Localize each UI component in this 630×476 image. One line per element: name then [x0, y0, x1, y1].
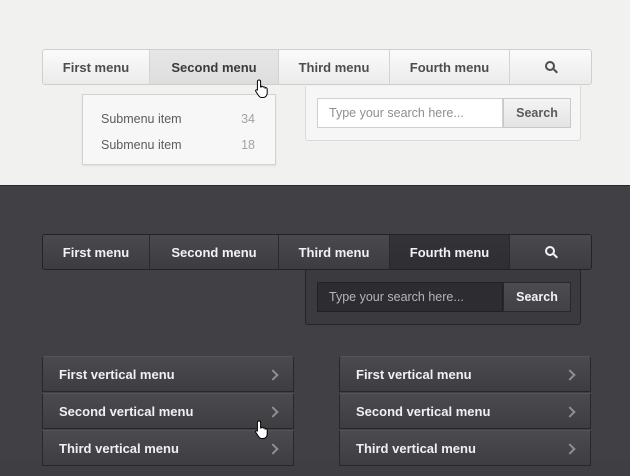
search-icon: [544, 61, 558, 74]
hand-cursor-icon: [255, 420, 268, 439]
dark-nav-third-menu[interactable]: Third menu: [279, 235, 390, 269]
dark-search-input[interactable]: Type your search here...: [317, 282, 503, 312]
chevron-right-icon: [564, 443, 576, 455]
submenu-item[interactable]: Submenu item 18: [101, 135, 255, 155]
light-nav-fourth-menu[interactable]: Fourth menu: [390, 50, 510, 84]
chevron-right-icon: [267, 406, 279, 418]
vertical-menu-item-label: Third vertical menu: [59, 440, 179, 456]
dark-nav-second-menu[interactable]: Second menu: [150, 235, 279, 269]
light-nav-third-menu[interactable]: Third menu: [279, 50, 390, 84]
vertical-menu-item-third[interactable]: Third vertical menu: [339, 430, 591, 466]
vertical-menu-item-first[interactable]: First vertical menu: [339, 356, 591, 392]
light-nav-first-menu[interactable]: First menu: [43, 50, 150, 84]
vertical-menu-item-second[interactable]: Second vertical menu: [339, 393, 591, 429]
submenu-item[interactable]: Submenu item 34: [101, 109, 255, 129]
chevron-right-icon: [267, 369, 279, 381]
light-search-input[interactable]: Type your search here...: [317, 98, 503, 128]
light-search-panel: Type your search here... Search: [305, 86, 581, 141]
vertical-menu-item-label: Second vertical menu: [356, 403, 491, 419]
hand-cursor-icon: [255, 79, 268, 98]
chevron-right-icon: [267, 443, 279, 455]
dark-nav-fourth-menu[interactable]: Fourth menu: [390, 235, 510, 269]
vertical-menu-left: First vertical menu Second vertical menu…: [42, 356, 294, 476]
vertical-menu-item-label: Third vertical menu: [356, 440, 476, 456]
chevron-right-icon: [564, 406, 576, 418]
vertical-menu-item-label: First vertical menu: [356, 366, 472, 382]
submenu-dropdown: Submenu item 34 Submenu item 18: [82, 94, 276, 165]
dark-nav-bar: First menu Second menu Third menu Fourth…: [42, 234, 592, 270]
light-search-button[interactable]: Search: [503, 98, 571, 128]
vertical-menu-item-first[interactable]: First vertical menu: [42, 356, 294, 392]
dark-nav-first-menu[interactable]: First menu: [43, 235, 150, 269]
chevron-right-icon: [564, 369, 576, 381]
light-nav-search-button[interactable]: [510, 50, 591, 84]
dark-nav-search-button[interactable]: [510, 235, 591, 269]
light-nav-bar: First menu Second menu Third menu Fourth…: [42, 49, 592, 85]
dark-search-panel: Type your search here... Search: [305, 270, 581, 325]
dark-search-button[interactable]: Search: [503, 282, 571, 312]
vertical-menu-item-label: First vertical menu: [59, 366, 175, 382]
vertical-menu-item-label: Second vertical menu: [59, 403, 194, 419]
submenu-item-count: 18: [241, 138, 255, 152]
submenu-item-label: Submenu item: [101, 112, 182, 126]
submenu-item-label: Submenu item: [101, 138, 182, 152]
submenu-item-count: 34: [241, 112, 255, 126]
vertical-menu-right: First vertical menu Second vertical menu…: [339, 356, 591, 476]
search-icon: [544, 246, 558, 259]
